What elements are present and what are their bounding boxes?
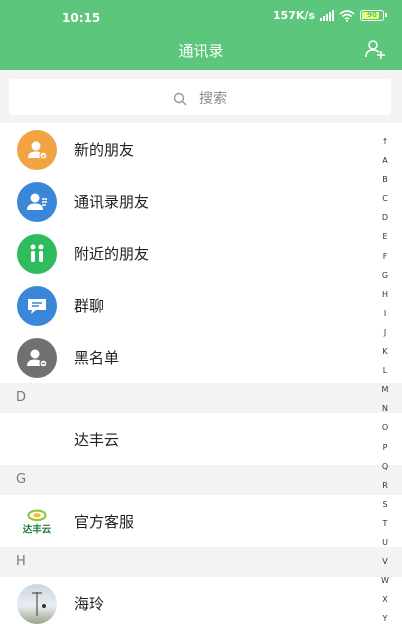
section-header-d: D — [0, 383, 402, 413]
section-header-h: H — [0, 547, 402, 577]
avatar — [17, 584, 57, 624]
search-input[interactable]: 搜索 — [9, 79, 391, 115]
company-logo: 达丰云 — [17, 502, 57, 542]
contact-name: 海玲 — [74, 594, 105, 613]
menu-new-friend[interactable]: 新的朋友 — [0, 123, 402, 175]
index-letter[interactable]: R — [382, 476, 388, 495]
contacts-list: 新的朋友 通讯录朋友 附近的朋友 群聊 黑名单 D 达丰云 G 达丰云 官方客服… — [0, 123, 402, 624]
contact-item[interactable]: 达丰云 — [0, 413, 402, 465]
index-letter[interactable]: Y — [383, 609, 388, 624]
index-letter[interactable]: P — [383, 438, 388, 457]
index-letter[interactable]: V — [382, 552, 387, 571]
index-letter[interactable]: A — [382, 151, 387, 170]
index-letter[interactable]: L — [383, 361, 387, 380]
status-bar: 10:15 157K/s 90 — [0, 0, 402, 34]
index-letter[interactable]: H — [382, 285, 388, 304]
index-letter[interactable]: M — [382, 380, 389, 399]
group-chat-icon — [17, 286, 57, 326]
index-letter[interactable]: D — [382, 208, 388, 227]
contact-name: 达丰云 — [74, 430, 120, 449]
network-speed: 157K/s — [272, 9, 315, 22]
index-letter[interactable]: G — [382, 266, 388, 285]
index-letter[interactable]: X — [382, 590, 387, 609]
index-letter[interactable]: J — [384, 323, 386, 342]
contact-item[interactable]: 达丰云 官方客服 — [0, 495, 402, 547]
menu-label: 群聊 — [74, 296, 105, 315]
menu-blacklist[interactable]: 黑名单 — [0, 331, 402, 383]
contacts-friend-icon — [17, 182, 57, 222]
menu-label: 新的朋友 — [74, 140, 135, 159]
index-letter[interactable]: N — [382, 399, 388, 418]
index-letter[interactable]: T — [383, 514, 388, 533]
add-friend-icon[interactable] — [364, 38, 386, 60]
search-placeholder: 搜索 — [199, 91, 227, 107]
app-header: 10:15 157K/s 90 通讯录 — [0, 0, 402, 70]
alphabet-index[interactable]: ↑ A B C D E F G H I J K L M N O P Q R S T U V W X Y — [378, 132, 392, 624]
index-letter[interactable]: K — [382, 342, 387, 361]
menu-label: 附近的朋友 — [74, 244, 150, 263]
battery-icon: 90 — [360, 10, 387, 21]
page-title: 通讯录 — [178, 42, 224, 60]
index-letter[interactable]: S — [382, 495, 387, 514]
index-letter[interactable]: B — [382, 170, 388, 189]
menu-nearby-friend[interactable]: 附近的朋友 — [0, 227, 402, 279]
index-letter[interactable]: C — [382, 189, 388, 208]
index-letter[interactable]: E — [382, 227, 387, 246]
menu-label: 通讯录朋友 — [74, 192, 150, 211]
index-letter[interactable]: W — [381, 571, 389, 590]
menu-group-chat[interactable]: 群聊 — [0, 279, 402, 331]
status-time: 10:15 — [62, 11, 101, 25]
new-friend-icon — [17, 130, 57, 170]
signal-icon — [320, 10, 334, 21]
index-letter[interactable]: ↑ — [382, 132, 389, 151]
section-header-g: G — [0, 465, 402, 495]
contact-item[interactable]: 海玲 — [0, 577, 402, 624]
index-letter[interactable]: Q — [382, 457, 388, 476]
index-letter[interactable]: F — [383, 247, 388, 266]
status-right: 157K/s 90 — [272, 9, 387, 22]
logo-text: 达丰云 — [23, 523, 52, 535]
contact-name: 官方客服 — [74, 512, 135, 531]
nearby-friend-icon — [17, 234, 57, 274]
wifi-icon — [339, 9, 355, 22]
index-letter[interactable]: O — [382, 418, 388, 437]
menu-contacts-friend[interactable]: 通讯录朋友 — [0, 175, 402, 227]
blacklist-icon — [17, 338, 57, 378]
index-letter[interactable]: U — [382, 533, 388, 552]
search-icon — [173, 92, 187, 106]
search-area: 搜索 — [0, 70, 402, 123]
menu-label: 黑名单 — [74, 348, 120, 367]
index-letter[interactable]: I — [384, 304, 386, 323]
